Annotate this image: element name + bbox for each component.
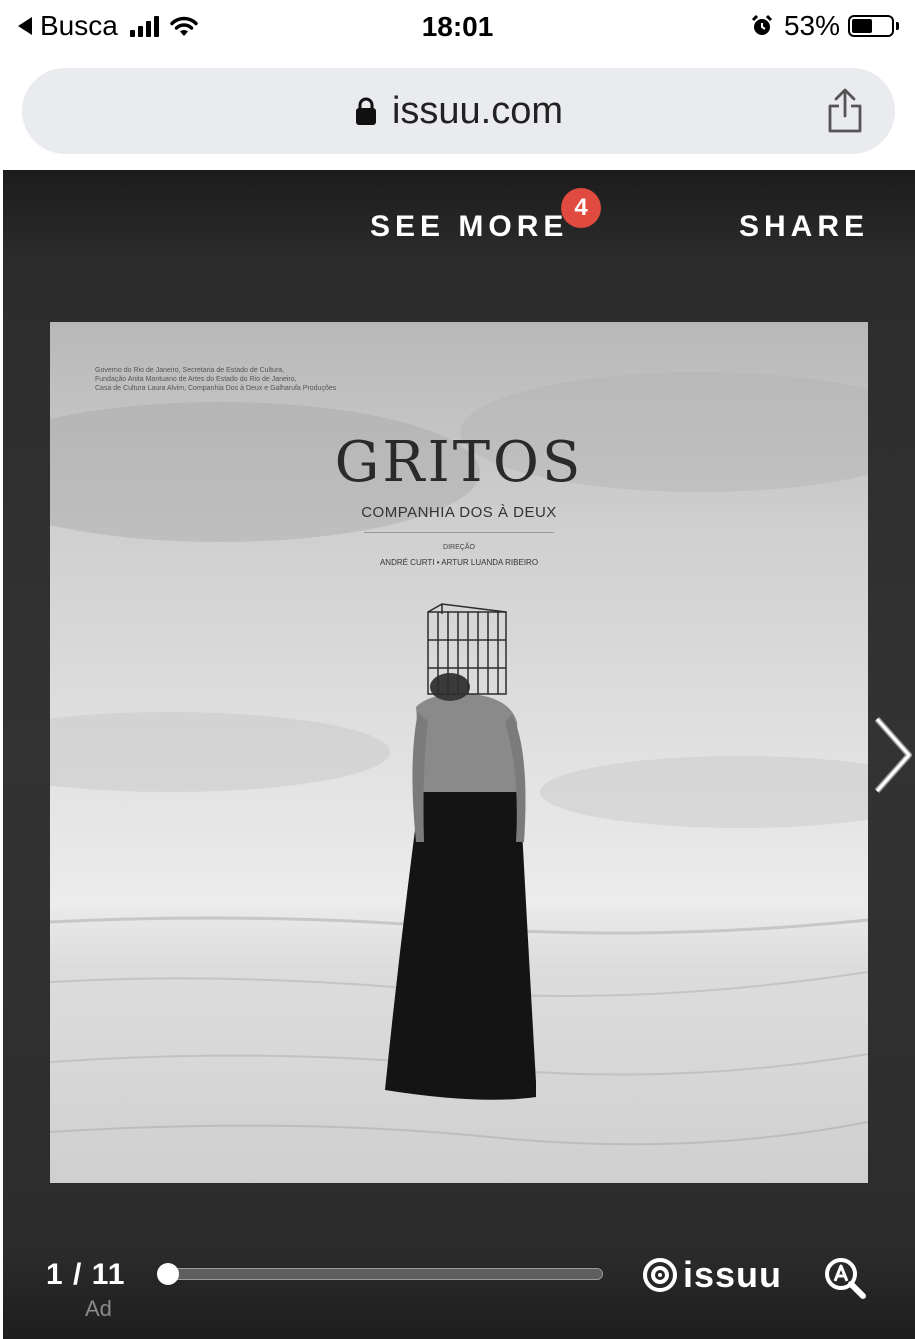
poster-divider [364,532,554,533]
address-bar[interactable]: issuu.com [22,68,895,154]
poster-credits: Governo do Rio de Janeiro, Secretaria de… [95,366,425,393]
battery-cap [896,22,899,30]
lock-icon [355,97,376,125]
credits-line: Fundação Anita Mantuano de Artes do Esta… [95,376,297,383]
next-page-icon[interactable] [871,715,915,795]
page-slider[interactable] [157,1263,603,1285]
document-page[interactable]: Governo do Rio de Janeiro, Secretaria de… [50,322,868,1183]
browser-toolbar: issuu.com [0,58,915,170]
poster-title: GRITOS [334,430,584,495]
battery-level [852,19,872,33]
status-bar: Busca 18:01 53% [0,0,915,58]
page-counter: 1 / 11 [46,1258,126,1291]
alarm-icon [751,14,773,35]
url-text[interactable]: issuu.com [392,90,563,133]
battery-icon [848,15,894,37]
issuu-logo[interactable]: issuu [643,1254,782,1296]
slider-track[interactable] [163,1268,603,1280]
see-more-count-badge: 4 [561,188,601,228]
battery-percent: 53% [783,10,840,41]
poster-subtitle: COMPANHIA DOS À DEUX [361,504,557,521]
slider-thumb[interactable] [157,1263,179,1285]
direction-label: DIREÇÃO [443,544,475,551]
viewer-top-nav: SEE MORE 4 SHARE [3,170,915,290]
document-viewer: SEE MORE 4 SHARE Governo do Rio de Janei… [3,170,915,1339]
share-button[interactable]: SHARE [739,210,869,244]
credits-line: Casa de Cultura Laura Alvim, Companhia D… [95,385,337,392]
see-more-button[interactable]: SEE MORE [370,210,568,244]
credits-line: Governo do Rio de Janeiro, Secretaria de… [95,367,285,374]
directors-names: ANDRÉ CURTI • ARTUR LUANDA RIBEIRO [379,558,539,567]
ad-label: Ad [85,1296,112,1321]
issuu-brand-text[interactable]: issuu [683,1254,782,1296]
issuu-logo-icon[interactable] [643,1258,677,1292]
share-icon[interactable] [825,86,865,134]
zoom-icon[interactable] [823,1256,869,1302]
